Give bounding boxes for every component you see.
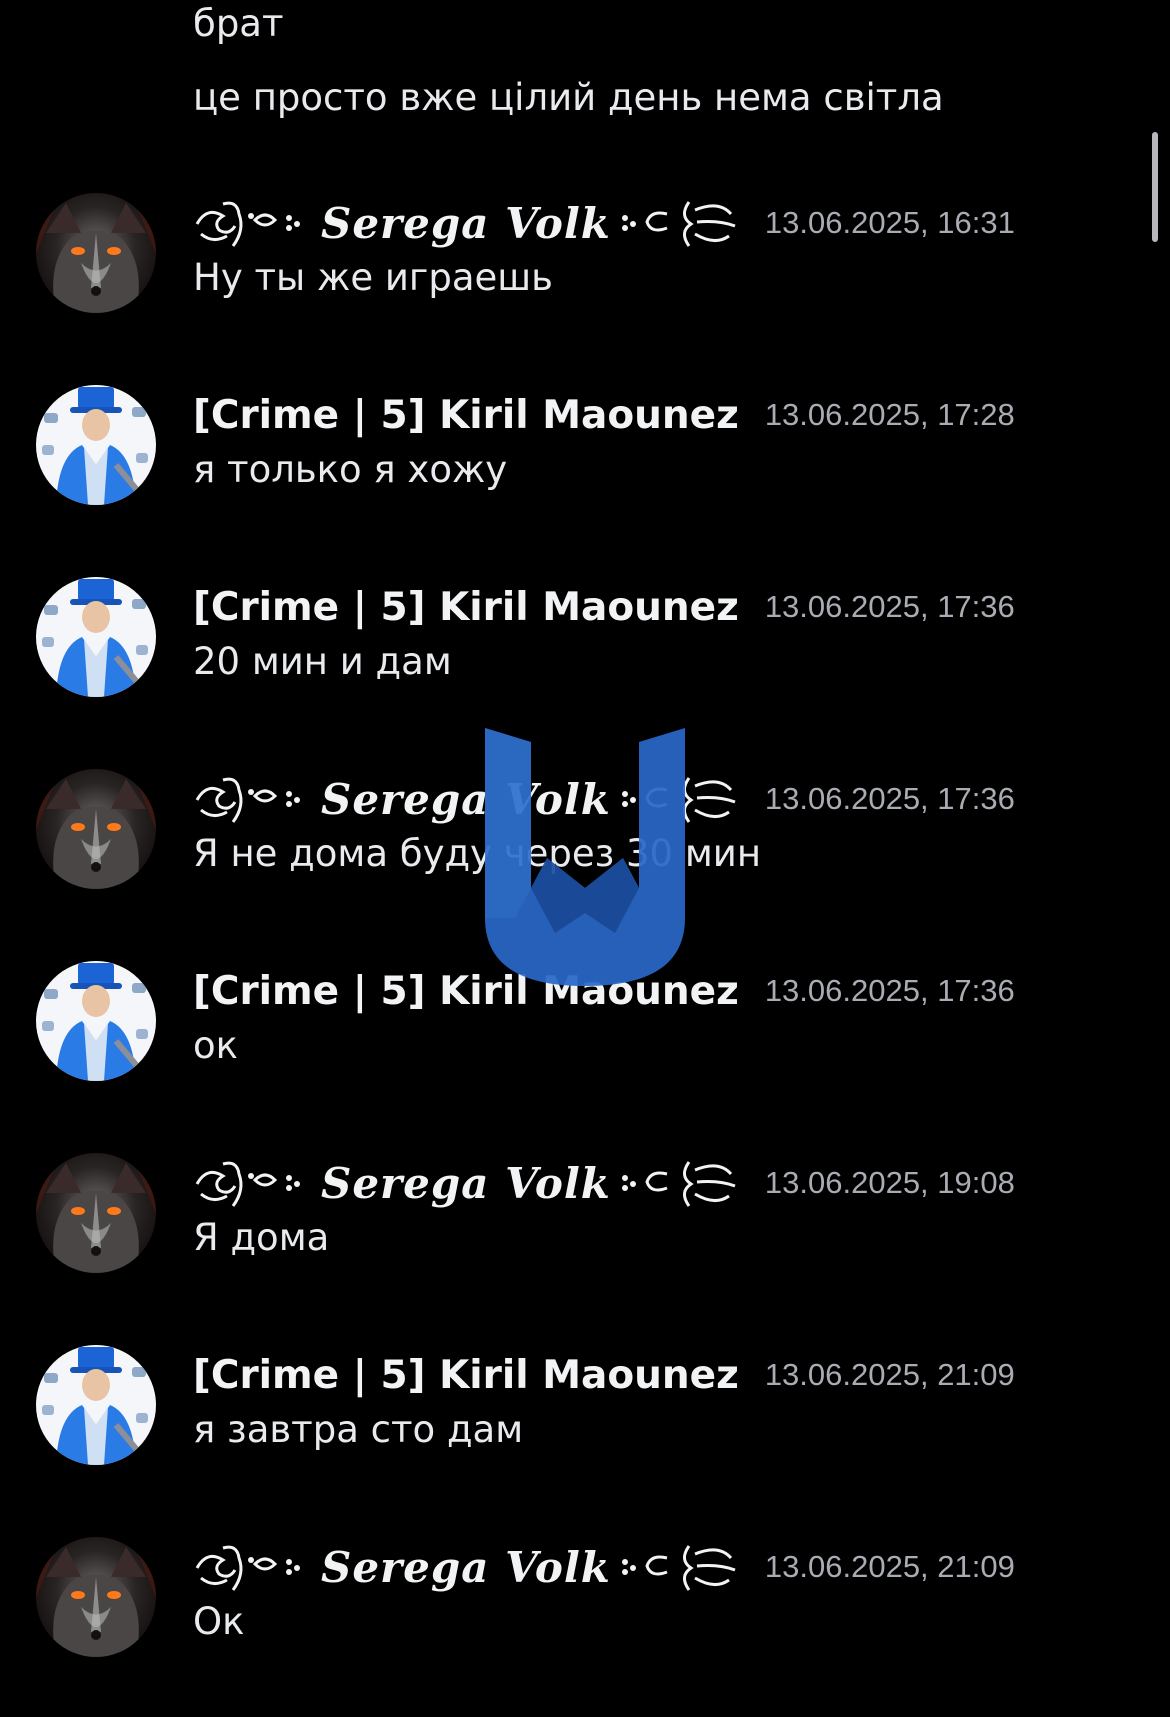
message-timestamp: 13.06.2025, 17:36	[764, 781, 1015, 816]
message-timestamp: 13.06.2025, 21:09	[764, 1549, 1015, 1584]
author-name[interactable]: Serega Volk	[321, 1159, 611, 1208]
message-timestamp: 13.06.2025, 17:28	[764, 397, 1015, 432]
chat-message[interactable]: Serega Volk 13.06.2025, 19:08 Я дома	[0, 1153, 1150, 1313]
message-header: Serega Volk 13.06.2025, 16:31	[193, 193, 1015, 253]
message-text: ок	[193, 1024, 238, 1067]
message-timestamp: 13.06.2025, 16:31	[764, 205, 1015, 240]
wolf-avatar[interactable]	[36, 1153, 156, 1273]
message-header: [Crime | 5] Kiril Maounez 13.06.2025, 21…	[193, 1345, 1015, 1405]
message-timestamp: 13.06.2025, 17:36	[764, 973, 1015, 1008]
message-header: Serega Volk 13.06.2025, 19:08	[193, 1153, 1015, 1213]
wolf-avatar[interactable]	[36, 1537, 156, 1657]
message-continuation-text: брат	[193, 2, 284, 45]
scrollbar-thumb[interactable]	[1152, 132, 1158, 242]
ornament-right-icon	[619, 196, 739, 250]
author-name[interactable]: [Crime | 5] Kiril Maounez	[193, 393, 739, 438]
ornament-left-icon	[193, 772, 313, 826]
ornament-left-icon	[193, 1540, 313, 1594]
chat-message[interactable]: Serega Volk 13.06.2025, 21:09 Ок	[0, 1537, 1150, 1697]
chat-message[interactable]: [Crime | 5] Kiril Maounez 13.06.2025, 21…	[0, 1345, 1150, 1505]
message-header: [Crime | 5] Kiril Maounez 13.06.2025, 17…	[193, 577, 1015, 637]
message-text: Ну ты же играешь	[193, 256, 553, 299]
ornament-right-icon	[619, 1540, 739, 1594]
message-timestamp: 13.06.2025, 21:09	[764, 1357, 1015, 1392]
message-header: [Crime | 5] Kiril Maounez 13.06.2025, 17…	[193, 385, 1015, 445]
ornament-right-icon	[619, 1156, 739, 1210]
message-text: я завтра сто дам	[193, 1408, 524, 1451]
message-timestamp: 13.06.2025, 17:36	[764, 589, 1015, 624]
wolf-avatar[interactable]	[36, 193, 156, 313]
wolf-avatar[interactable]	[36, 769, 156, 889]
message-text: 20 мин и дам	[193, 640, 452, 683]
blue-suit-man-avatar[interactable]	[36, 1345, 156, 1465]
message-text: я только я хожу	[193, 448, 508, 491]
blue-suit-man-avatar[interactable]	[36, 385, 156, 505]
chat-message[interactable]: [Crime | 5] Kiril Maounez 13.06.2025, 17…	[0, 385, 1150, 545]
ornament-left-icon	[193, 1156, 313, 1210]
blue-u-star-logo-icon	[485, 728, 685, 986]
blue-suit-man-avatar[interactable]	[36, 577, 156, 697]
author-name[interactable]: [Crime | 5] Kiril Maounez	[193, 1353, 739, 1398]
message-header: Serega Volk 13.06.2025, 21:09	[193, 1537, 1015, 1597]
message-continuation-text: це просто вже цілий день нема світла	[193, 76, 944, 119]
message-text: Я дома	[193, 1216, 330, 1259]
blue-suit-man-avatar[interactable]	[36, 961, 156, 1081]
message-text: Ок	[193, 1600, 245, 1643]
chat-message[interactable]: Serega Volk 13.06.2025, 16:31 Ну ты же и…	[0, 193, 1150, 353]
author-name[interactable]: [Crime | 5] Kiril Maounez	[193, 585, 739, 630]
message-timestamp: 13.06.2025, 19:08	[764, 1165, 1015, 1200]
chat-message[interactable]: [Crime | 5] Kiril Maounez 13.06.2025, 17…	[0, 577, 1150, 737]
author-name[interactable]: Serega Volk	[321, 199, 611, 248]
author-name[interactable]: Serega Volk	[321, 1543, 611, 1592]
ornament-left-icon	[193, 196, 313, 250]
